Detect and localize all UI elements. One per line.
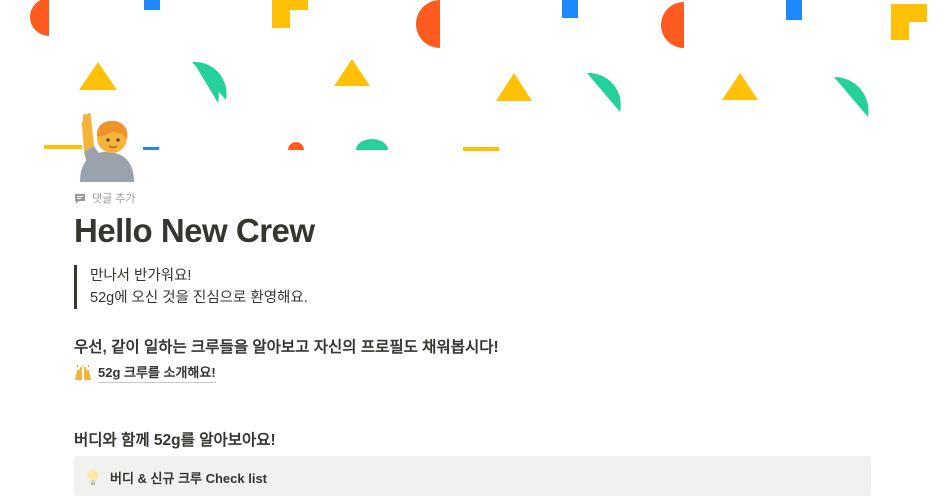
quote-line: 만나서 반가워요! [90, 268, 192, 284]
crew-page-link[interactable]: 52g 크루를 소개해요! [74, 362, 216, 383]
welcome-quote[interactable]: 만나서 반가워요! 52g에 오신 것을 진심으로 환영해요. [74, 265, 308, 309]
checklist-callout[interactable]: 버디 & 신규 크루 Check list [74, 456, 871, 496]
person-raising-hand-icon [80, 113, 134, 182]
comment-icon [75, 193, 85, 203]
add-comment-button[interactable]: 댓글 추가 [74, 190, 136, 206]
callout-label: 버디 & 신규 크루 Check list [110, 471, 268, 486]
section-heading-buddy[interactable]: 버디와 함께 52g를 알아보아요! [74, 428, 276, 450]
raising-hands-icon [75, 364, 91, 380]
add-comment-label: 댓글 추가 [92, 193, 136, 205]
crew-link-label: 52g 크루를 소개해요! [98, 362, 216, 383]
cover-image[interactable] [0, 0, 946, 152]
quote-line: 52g에 오신 것을 진심으로 환영해요. [90, 290, 308, 306]
page-title[interactable]: Hello New Crew [74, 212, 315, 250]
cover-pattern [30, 0, 927, 151]
section-heading-crew[interactable]: 우선, 같이 일하는 크루들을 알아보고 자신의 프로필도 채워봅시다! [74, 335, 499, 357]
page-icon[interactable] [74, 112, 138, 182]
